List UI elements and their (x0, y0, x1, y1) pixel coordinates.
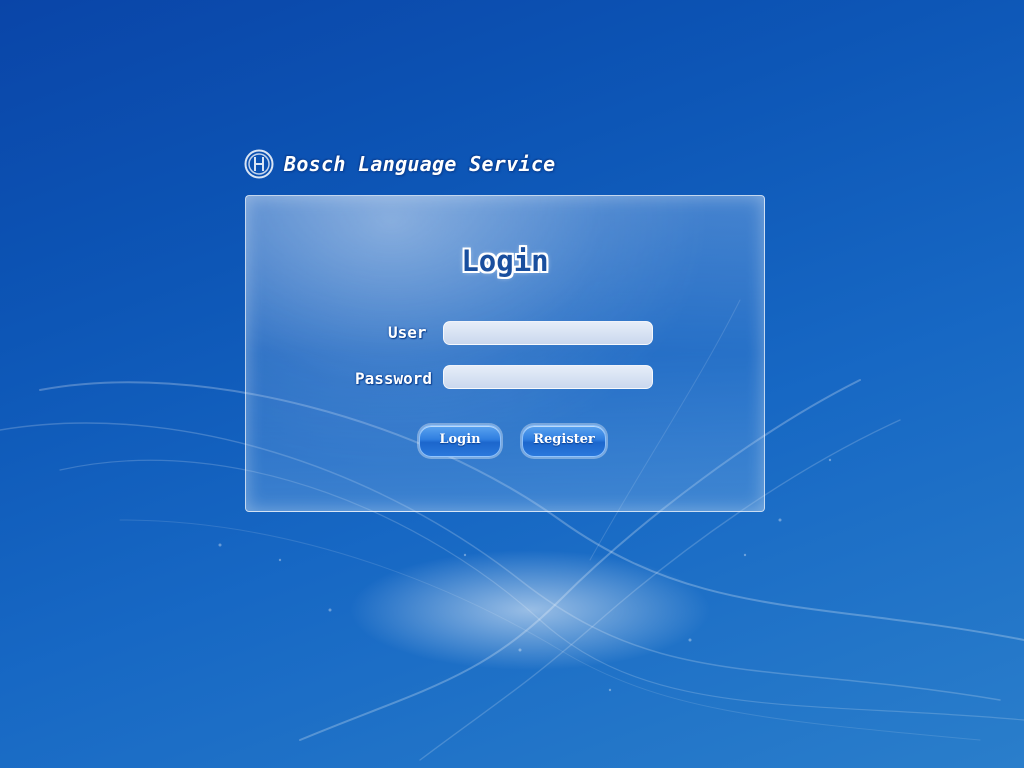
login-panel: Login User Password Login Register (245, 195, 765, 512)
password-input[interactable] (443, 365, 653, 389)
login-button[interactable]: Login (419, 425, 501, 457)
login-title: Login (461, 244, 549, 278)
brand-header: Bosch Language Service (244, 146, 556, 182)
brand-name: Bosch Language Service (284, 152, 556, 176)
register-button[interactable]: Register (522, 425, 606, 457)
user-input[interactable] (443, 321, 653, 345)
password-label: Password (355, 369, 433, 388)
bosch-logo-icon (244, 149, 274, 179)
user-label: User (388, 323, 427, 342)
